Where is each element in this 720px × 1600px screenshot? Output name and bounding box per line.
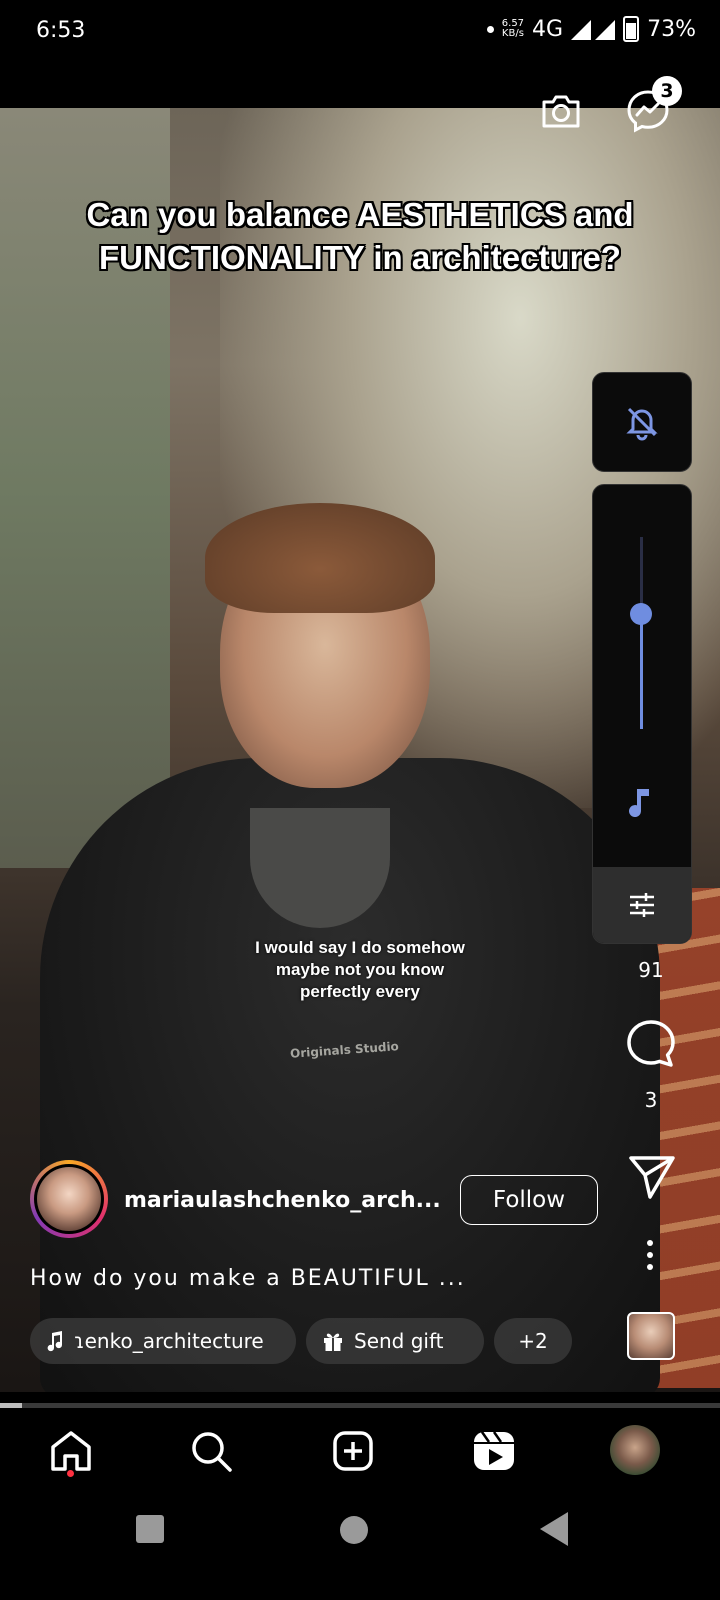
comment-icon: [627, 1020, 675, 1067]
author-username[interactable]: mariaulashchenko_arch...: [124, 1188, 444, 1213]
author-avatar-image: [37, 1167, 101, 1231]
status-indicators: 6.57 KB/s 4G 73%: [486, 16, 696, 42]
video-progress-fill: [0, 1403, 22, 1408]
mute-toggle[interactable]: [592, 372, 692, 472]
music-note-icon: [629, 789, 649, 818]
back-button[interactable]: [540, 1512, 568, 1546]
author-avatar[interactable]: [30, 1160, 108, 1238]
more-options-button[interactable]: [640, 1235, 660, 1275]
video-subtitle-line2: maybe not you know: [275, 960, 445, 979]
status-bar: 6:53 6.57 KB/s 4G 73%: [0, 0, 720, 64]
network-speed-unit: KB/s: [501, 28, 524, 39]
nav-profile-avatar[interactable]: [610, 1425, 660, 1475]
video-title-overlay: Can you balance AESTHETICS and FUNCTIONA…: [40, 193, 680, 279]
author-avatar-ring: [34, 1164, 104, 1234]
battery-icon: [623, 16, 640, 42]
home-icon: [51, 1431, 91, 1471]
volume-panel: [592, 484, 692, 944]
nav-create[interactable]: [328, 1426, 378, 1476]
audio-chip-label: ɿenko_architecture: [74, 1329, 264, 1353]
status-time: 6:53: [36, 18, 86, 43]
share-button[interactable]: [628, 1154, 676, 1200]
video-title-line2: FUNCTIONALITY in architecture?: [99, 239, 621, 276]
search-icon: [192, 1432, 232, 1472]
comment-button[interactable]: [625, 1018, 677, 1070]
header-bar: [0, 64, 720, 110]
system-nav-bar: [0, 1490, 720, 1600]
sound-settings-button[interactable]: [593, 867, 691, 943]
sliders-icon: [630, 893, 654, 917]
nav-home[interactable]: [46, 1426, 96, 1476]
network-speed: 6.57 KB/s: [502, 19, 524, 39]
reels-icon: [474, 1431, 514, 1470]
video-person-hair: [205, 503, 435, 613]
gift-icon: [324, 1333, 342, 1351]
nav-reels[interactable]: [469, 1426, 519, 1476]
follow-button[interactable]: Follow: [460, 1175, 598, 1225]
more-vertical-icon: [647, 1240, 653, 1270]
send-gift-chip[interactable]: Send gift: [306, 1318, 484, 1364]
home-system-button[interactable]: [340, 1516, 368, 1544]
music-note-icon: [47, 1331, 62, 1352]
recent-apps-button[interactable]: [136, 1515, 164, 1543]
video-subtitle-line1: I would say I do somehow: [255, 938, 465, 957]
messenger-badge: 3: [652, 76, 682, 106]
camera-icon: [542, 95, 580, 128]
more-chips-button[interactable]: +2: [494, 1318, 572, 1364]
battery-percent: 73%: [647, 16, 696, 42]
volume-fill: [640, 613, 643, 729]
audio-chip[interactable]: ɿenko_architecture: [30, 1318, 296, 1364]
video-title-line1: Can you balance AESTHETICS and: [86, 196, 634, 233]
bell-off-icon: [626, 407, 658, 441]
original-audio-thumbnail[interactable]: [627, 1312, 675, 1360]
video-subtitle: I would say I do somehow maybe not you k…: [210, 937, 510, 1003]
create-icon: [333, 1431, 373, 1471]
home-notification-dot: [67, 1470, 74, 1477]
video-progress-bar[interactable]: [0, 1403, 720, 1408]
send-gift-label: Send gift: [354, 1329, 444, 1353]
likes-count[interactable]: 91: [621, 958, 681, 982]
signal-icon: [571, 20, 616, 40]
comments-count: 3: [644, 1088, 658, 1112]
network-type: 4G: [532, 16, 564, 42]
post-caption[interactable]: How do you make a BEAUTIFUL ...: [30, 1266, 466, 1291]
send-icon: [629, 1156, 675, 1199]
camera-button[interactable]: [540, 90, 582, 132]
volume-slider-thumb[interactable]: [630, 602, 652, 625]
video-subtitle-line3: perfectly every: [299, 982, 421, 1001]
nav-search[interactable]: [186, 1426, 236, 1476]
notification-dot-icon: [486, 25, 494, 33]
